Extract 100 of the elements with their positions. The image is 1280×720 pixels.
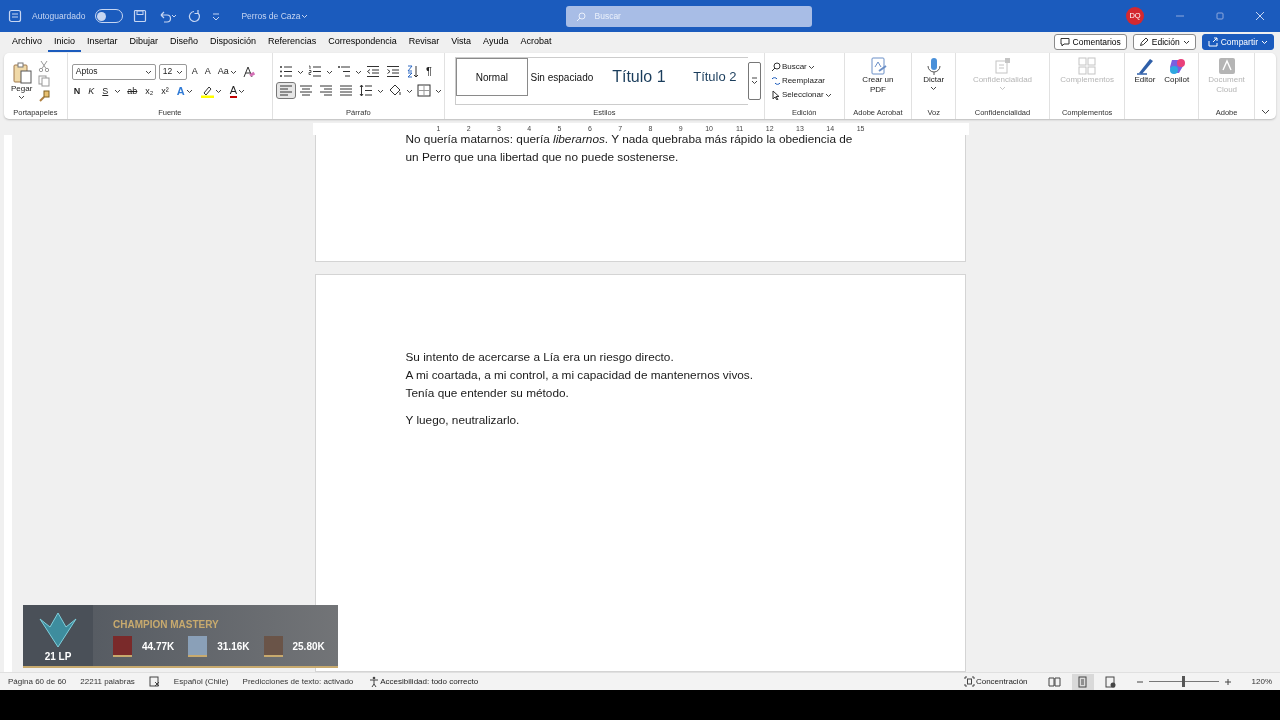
comments-button[interactable]: Comentarios bbox=[1053, 34, 1127, 50]
style-option[interactable]: Título 1 bbox=[595, 58, 682, 96]
status-text[interactable]: 22211 palabras bbox=[80, 675, 135, 688]
caret-icon bbox=[114, 88, 122, 94]
highlighter-icon bbox=[200, 84, 214, 98]
caret-icon bbox=[807, 64, 815, 70]
caret-icon bbox=[1182, 39, 1190, 45]
style-option[interactable]: Título 2 bbox=[681, 58, 748, 96]
italic-button[interactable]: K bbox=[86, 85, 97, 97]
align-justify-icon bbox=[338, 84, 353, 97]
menu-tab[interactable]: Dibujar bbox=[123, 32, 165, 52]
web-view-icon bbox=[1104, 675, 1118, 688]
bullets-icon bbox=[278, 65, 293, 78]
style-option[interactable]: Normal bbox=[455, 58, 528, 96]
select-button[interactable]: Seleccionar bbox=[768, 89, 834, 101]
search-icon bbox=[576, 11, 587, 22]
align-left-icon bbox=[278, 84, 293, 97]
mastery-value: 44.77K bbox=[142, 640, 175, 654]
strikethrough-button[interactable]: ab bbox=[125, 85, 140, 97]
more-icon bbox=[750, 77, 758, 85]
align-right-icon bbox=[318, 84, 333, 97]
zoom-level[interactable]: 120% bbox=[1251, 675, 1272, 688]
multilevel-list-icon bbox=[336, 65, 351, 78]
find-button[interactable]: Buscar bbox=[768, 61, 817, 73]
ribbon-button[interactable]: Copilot bbox=[1161, 57, 1193, 85]
caret-icon bbox=[930, 85, 938, 91]
style-option[interactable]: Sin espaciado bbox=[527, 58, 596, 96]
paste-button[interactable]: Pegar bbox=[8, 62, 36, 100]
print-view-button[interactable] bbox=[1071, 673, 1094, 690]
replace-button[interactable]: Reemplazar bbox=[768, 75, 827, 87]
menu-tab[interactable]: Insertar bbox=[81, 32, 124, 52]
underline-button[interactable]: S bbox=[100, 85, 111, 97]
align-left-button[interactable] bbox=[276, 83, 295, 98]
search-icon bbox=[770, 62, 781, 72]
change-case-button[interactable]: Aa bbox=[215, 66, 239, 77]
borders-button[interactable] bbox=[414, 83, 433, 98]
menu-tab[interactable]: Inicio bbox=[48, 32, 82, 52]
caret-icon bbox=[405, 87, 413, 94]
text-line: A mi coartada, a mi control, a mi capacidad de mantenernos vivos. bbox=[405, 367, 755, 385]
caret-icon bbox=[238, 88, 246, 94]
document-title[interactable]: Perros de Caza bbox=[239, 10, 311, 22]
borders-icon bbox=[416, 84, 431, 97]
portrait-placeholder bbox=[113, 636, 132, 657]
menu-tab[interactable]: Ayuda bbox=[477, 32, 515, 52]
menu-tab[interactable]: Vista bbox=[445, 32, 478, 52]
save-icon[interactable] bbox=[133, 9, 148, 23]
focus-button[interactable]: Concentración bbox=[961, 675, 1030, 688]
styles-more-button[interactable] bbox=[747, 62, 761, 100]
text-line: Tenía que entender su método. bbox=[405, 385, 570, 403]
read-view-icon bbox=[1048, 675, 1062, 688]
grow-font-button[interactable]: A bbox=[189, 66, 200, 77]
superscript-button[interactable]: x² bbox=[159, 85, 171, 97]
share-button[interactable]: Compartir bbox=[1201, 34, 1274, 50]
menu-tab[interactable]: Archivo bbox=[6, 32, 48, 52]
menu-tab[interactable]: Correspondencia bbox=[322, 32, 403, 52]
menu-tab[interactable]: Disposición bbox=[204, 32, 263, 52]
status-text[interactable]: Español (Chile) bbox=[173, 675, 229, 688]
status-text[interactable]: Página 60 de 60 bbox=[8, 675, 67, 688]
caret-icon bbox=[325, 68, 333, 75]
caret-icon bbox=[998, 85, 1006, 91]
zoom-slider-thumb[interactable] bbox=[1182, 676, 1186, 687]
font-color-button[interactable]: A bbox=[227, 83, 248, 99]
ribbon-button[interactable]: Crear un PDF bbox=[852, 57, 903, 95]
editing-mode-button[interactable]: Edición bbox=[1132, 34, 1196, 50]
status-text[interactable]: Predicciones de texto: activado bbox=[242, 675, 354, 688]
caret-icon bbox=[376, 87, 384, 94]
zoom-in-icon[interactable] bbox=[1223, 677, 1232, 686]
caret-icon bbox=[296, 68, 304, 75]
shrink-font-button[interactable]: A bbox=[202, 66, 213, 77]
sort-icon bbox=[405, 65, 420, 78]
subscript-button[interactable]: x₂ bbox=[143, 85, 156, 97]
menu-tab[interactable]: Revisar bbox=[402, 32, 446, 52]
formatting-marks-button[interactable]: ¶ bbox=[423, 65, 434, 78]
menu-tab[interactable]: Referencias bbox=[262, 32, 323, 52]
clear-format-icon[interactable] bbox=[241, 65, 255, 78]
text-effects-button[interactable]: A bbox=[174, 84, 195, 98]
collapse-ribbon-icon[interactable] bbox=[1261, 109, 1270, 115]
menu-tab[interactable]: Diseño bbox=[164, 32, 205, 52]
font-name-field[interactable]: Aptos bbox=[71, 63, 156, 80]
search-field[interactable]: Buscar bbox=[566, 5, 813, 27]
focus-icon bbox=[963, 676, 975, 687]
ribbon-button[interactable]: Editor bbox=[1131, 57, 1159, 85]
menu-tab[interactable]: Acrobat bbox=[514, 32, 558, 52]
close-icon[interactable] bbox=[1254, 10, 1266, 22]
numbering-button[interactable] bbox=[305, 64, 324, 79]
redo-icon[interactable] bbox=[187, 9, 202, 23]
shading-icon bbox=[387, 84, 402, 97]
text-line: un Perro que una libertad que no puede sostenerse. bbox=[405, 149, 680, 167]
scissors-icon[interactable] bbox=[38, 60, 51, 72]
brush-icon[interactable] bbox=[38, 90, 51, 102]
replace-icon bbox=[770, 76, 781, 86]
document-icon[interactable] bbox=[8, 9, 22, 23]
align-center-icon bbox=[298, 84, 313, 97]
font-size-field[interactable]: 12 bbox=[158, 63, 187, 80]
proofing-icon[interactable] bbox=[148, 676, 160, 687]
ribbon-button[interactable]: Dictar bbox=[920, 57, 948, 91]
bold-button[interactable]: N bbox=[71, 85, 83, 97]
text-line: Su intento de acercarse a Lía era un riesgo directo. bbox=[405, 349, 675, 366]
accessibility-button[interactable]: Accesibilidad: todo correcto bbox=[367, 675, 481, 688]
accessibility-icon bbox=[369, 676, 380, 687]
